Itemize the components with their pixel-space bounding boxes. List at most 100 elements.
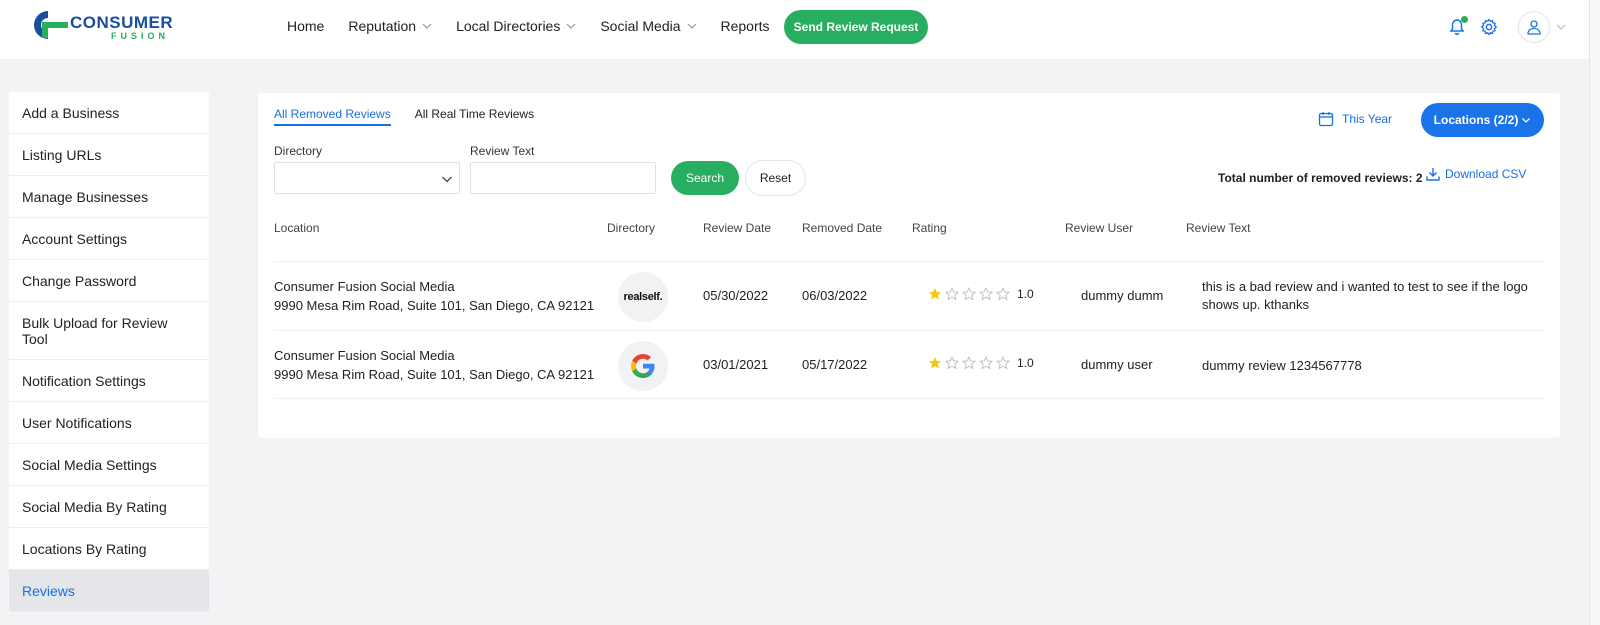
brand-sub: FUSION (111, 31, 169, 41)
sidebar-item-social-media-settings[interactable]: Social Media Settings (9, 444, 209, 486)
location-address: 9990 Mesa Rim Road, Suite 101, San Diego… (274, 367, 595, 382)
star-empty-icon (996, 287, 1010, 301)
star-empty-icon (996, 356, 1010, 370)
star-filled-icon (929, 288, 941, 300)
nav-home[interactable]: Home (287, 18, 324, 34)
search-button[interactable]: Search (671, 161, 739, 195)
rating-value: 1.0 (1017, 287, 1034, 301)
star-filled-icon (929, 357, 941, 369)
sidebar-item-label: Social Media Settings (22, 456, 157, 473)
sidebar-item-bulk-upload[interactable]: Bulk Upload for Review Tool (9, 302, 209, 360)
sidebar-item-locations-by-rating[interactable]: Locations By Rating (9, 528, 209, 570)
sidebar-item-label: Add a Business (22, 104, 120, 121)
date-range-label: This Year (1342, 112, 1393, 126)
star-rating: 1.0 (928, 287, 1034, 301)
notification-dot (1461, 16, 1468, 23)
removed-date: 06/03/2022 (802, 288, 868, 303)
column-header-location: Location (274, 221, 320, 235)
column-header-review-text: Review Text (1186, 221, 1251, 235)
date-range-picker[interactable]: This Year (1318, 111, 1392, 127)
nav-social-media-label: Social Media (600, 18, 681, 34)
download-icon (1426, 168, 1440, 181)
scrollbar-track[interactable] (1589, 0, 1600, 625)
locations-label: Locations (2/2) (1433, 113, 1519, 127)
realself-logo: realself. (618, 272, 668, 322)
column-header-directory: Directory (607, 221, 656, 235)
tab-all-removed-reviews[interactable]: All Removed Reviews (274, 107, 391, 126)
locations-dropdown-button[interactable]: Locations (2/2) (1421, 103, 1544, 137)
table-row: Consumer Fusion Social Media 9990 Mesa R… (274, 330, 1544, 399)
sidebar-item-add-business[interactable]: Add a Business (9, 92, 209, 134)
sidebar-item-social-media-by-rating[interactable]: Social Media By Rating (9, 486, 209, 528)
total-removed-reviews: Total number of removed reviews: 2 (1218, 171, 1423, 185)
calendar-icon (1318, 112, 1334, 127)
brand-name: CONSUMER (70, 13, 173, 32)
location-name: Consumer Fusion Social Media (274, 348, 455, 363)
sidebar-item-change-password[interactable]: Change Password (9, 260, 209, 302)
nav-local-directories-label: Local Directories (456, 18, 561, 34)
review-date: 05/30/2022 (703, 288, 769, 303)
nav-reputation[interactable]: Reputation (348, 18, 432, 34)
user-avatar[interactable] (1518, 11, 1550, 43)
sidebar-item-label: Notification Settings (22, 372, 146, 389)
column-header-review-user: Review User (1065, 221, 1134, 235)
google-icon (631, 354, 655, 378)
chevron-down-icon (1522, 118, 1531, 123)
sidebar-item-label: Listing URLs (22, 146, 102, 163)
star-empty-icon (945, 356, 959, 370)
review-text: dummy review 1234567778 (1202, 358, 1362, 373)
google-logo (618, 341, 668, 391)
column-header-rating: Rating (912, 221, 947, 235)
sidebar-item-label: Account Settings (22, 230, 128, 247)
removed-reviews-panel: All Removed Reviews All Real Time Review… (258, 93, 1560, 438)
column-header-removed-date: Removed Date (802, 221, 883, 235)
nav-reports[interactable]: Reports (721, 18, 770, 34)
send-review-request-button[interactable]: Send Review Request (784, 10, 928, 44)
location-name: Consumer Fusion Social Media (274, 279, 455, 294)
directory-name: realself. (623, 291, 663, 303)
tab-all-real-time-reviews[interactable]: All Real Time Reviews (415, 107, 534, 126)
sidebar-item-listing-urls[interactable]: Listing URLs (9, 134, 209, 176)
star-empty-icon (945, 287, 959, 301)
star-empty-icon (962, 287, 976, 301)
removed-date: 05/17/2022 (802, 357, 868, 372)
reset-button[interactable]: Reset (745, 160, 806, 196)
download-csv-link[interactable]: Download CSV (1426, 167, 1526, 181)
consumer-fusion-logo[interactable]: CONSUMER FUSION (30, 8, 210, 44)
sidebar-item-label: Locations By Rating (22, 540, 147, 557)
location-address: 9990 Mesa Rim Road, Suite 101, San Diego… (274, 298, 595, 313)
sidebar-item-label: Manage Businesses (22, 188, 149, 205)
column-header-review-date: Review Date (703, 221, 772, 235)
nav-local-directories[interactable]: Local Directories (456, 18, 576, 34)
main-nav: Home Reputation Local Directories Social… (287, 0, 794, 52)
rating-value: 1.0 (1017, 356, 1034, 370)
star-empty-icon (979, 356, 993, 370)
sidebar-item-label: Social Media By Rating (22, 498, 167, 515)
sidebar-item-manage-businesses[interactable]: Manage Businesses (9, 176, 209, 218)
sidebar-item-account-settings[interactable]: Account Settings (9, 218, 209, 260)
sidebar-item-user-notifications[interactable]: User Notifications (9, 402, 209, 444)
chevron-down-icon (442, 176, 452, 183)
sidebar-item-label: User Notifications (22, 414, 132, 431)
chevron-down-icon (422, 23, 432, 29)
star-rating: 1.0 (928, 356, 1034, 370)
directory-select[interactable] (274, 162, 460, 194)
sidebar-item-reviews[interactable]: Reviews (9, 570, 209, 612)
sidebar-item-label: Change Password (22, 272, 137, 289)
chevron-down-icon (687, 23, 696, 29)
notifications-bell-icon[interactable] (1448, 16, 1468, 36)
sidebar-item-label: Reviews (22, 582, 75, 599)
settings-sidebar: Add a Business Listing URLs Manage Busin… (9, 92, 209, 612)
nav-social-media[interactable]: Social Media (600, 18, 696, 34)
header-actions (1448, 10, 1566, 44)
review-text-input[interactable] (470, 162, 656, 194)
table-row: Consumer Fusion Social Media 9990 Mesa R… (274, 261, 1544, 330)
location-cell: Consumer Fusion Social Media 9990 Mesa R… (274, 277, 594, 315)
sidebar-item-label: Bulk Upload for Review Tool (22, 314, 168, 347)
gear-icon[interactable] (1480, 18, 1498, 36)
review-user: dummy dumm (1081, 288, 1164, 303)
location-cell: Consumer Fusion Social Media 9990 Mesa R… (274, 346, 594, 384)
sidebar-item-notification-settings[interactable]: Notification Settings (9, 360, 209, 402)
chevron-down-icon[interactable] (1556, 22, 1566, 32)
nav-reports-label: Reports (720, 18, 770, 34)
